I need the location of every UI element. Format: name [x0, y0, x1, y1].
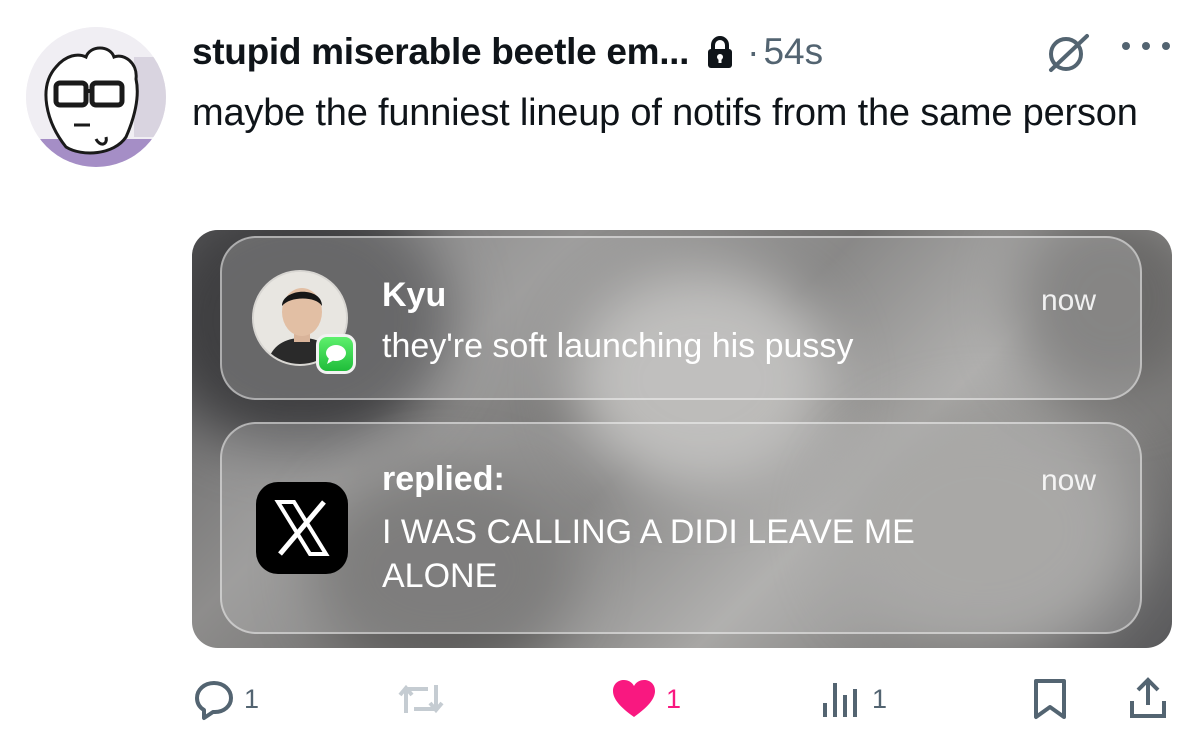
messages-bubble-icon	[326, 345, 346, 364]
author-display-name[interactable]: stupid miserable beetle em...	[192, 31, 689, 73]
views-count: 1	[872, 683, 888, 714]
header-separator: ·	[747, 31, 760, 72]
notification-time: now	[1040, 284, 1096, 317]
tweet-text: maybe the funniest lineup of notifs from…	[192, 92, 1138, 134]
like-button[interactable]: 1	[610, 672, 681, 726]
tweet-header: stupid miserable beetle em... · 54s	[192, 24, 823, 80]
grok-icon[interactable]	[1045, 30, 1091, 76]
views-button[interactable]: 1	[820, 672, 887, 726]
timestamp[interactable]: 54s	[763, 31, 823, 73]
bookmark-button[interactable]	[1030, 672, 1070, 726]
share-icon	[1130, 677, 1166, 718]
retweet-button[interactable]	[396, 672, 454, 726]
notification-body: I WAS CALLING A DIDI LEAVE ME ALONE	[382, 513, 915, 595]
more-icon[interactable]	[1118, 36, 1174, 56]
tweet-actions: 1 1 1	[0, 672, 1200, 726]
reply-count: 1	[244, 683, 260, 714]
lock-icon	[708, 36, 733, 68]
messages-app-icon	[316, 334, 356, 374]
x-app-icon	[256, 482, 348, 574]
share-button[interactable]	[1126, 672, 1170, 726]
avatar-drawing	[26, 27, 166, 167]
reply-icon	[195, 681, 233, 720]
bookmark-icon	[1034, 679, 1066, 719]
like-count: 1	[666, 683, 682, 714]
notification-title: replied:	[382, 460, 505, 498]
notification-sender: Kyu	[382, 276, 447, 314]
x-logo-icon	[274, 500, 330, 556]
notification-time: now	[1040, 464, 1096, 497]
notification-x: replied: I WAS CALLING A DIDI LEAVE ME A…	[220, 422, 1142, 634]
notification-messages: Kyu they're soft launching his pussy now	[220, 236, 1142, 400]
tweet-media-image[interactable]: Kyu they're soft launching his pussy now…	[192, 230, 1172, 648]
notification-body: they're soft launching his pussy	[382, 327, 854, 365]
author-avatar[interactable]	[26, 27, 166, 167]
retweet-icon	[398, 684, 444, 714]
reply-button[interactable]: 1	[192, 672, 259, 726]
views-icon	[823, 683, 857, 717]
heart-icon	[613, 680, 655, 717]
